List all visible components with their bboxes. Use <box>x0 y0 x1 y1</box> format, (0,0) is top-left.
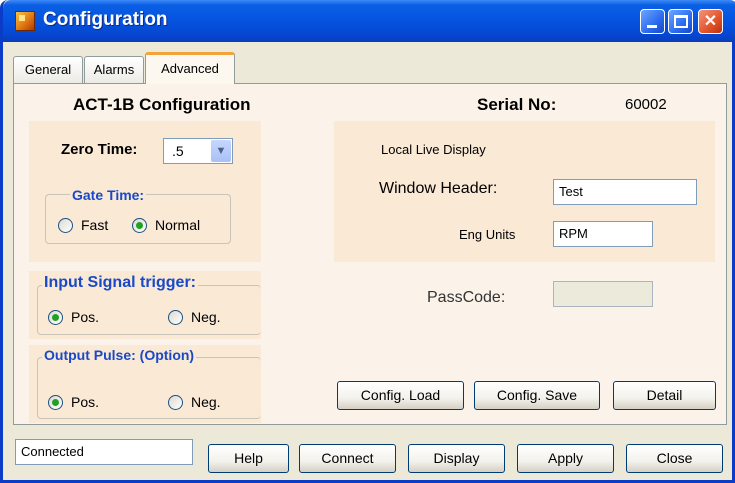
input-neg-label: Neg. <box>191 309 221 325</box>
detail-button[interactable]: Detail <box>613 381 716 410</box>
config-save-button[interactable]: Config. Save <box>474 381 600 410</box>
output-pulse-title: Output Pulse: (Option) <box>42 347 197 363</box>
tab-advanced[interactable]: Advanced <box>145 52 235 84</box>
close-button[interactable]: Close <box>626 444 723 473</box>
gate-fast-radio[interactable] <box>58 218 73 233</box>
config-load-button[interactable]: Config. Load <box>337 381 464 410</box>
tab-general[interactable]: General <box>13 56 83 83</box>
tab-alarms[interactable]: Alarms <box>84 56 144 83</box>
help-button[interactable]: Help <box>208 444 289 473</box>
output-neg-label: Neg. <box>191 394 221 410</box>
apply-button[interactable]: Apply <box>517 444 614 473</box>
connect-button[interactable]: Connect <box>299 444 396 473</box>
zero-time-label: Zero Time: <box>61 141 138 158</box>
window-title: Configuration <box>43 9 168 30</box>
minimize-icon <box>647 25 657 28</box>
window-header-input[interactable]: Test <box>553 179 697 205</box>
configuration-window: Configuration ✕ General Alarms Advanced … <box>0 0 735 483</box>
input-trigger-box: Input Signal trigger: Pos. Neg. <box>37 274 261 335</box>
input-pos-radio[interactable] <box>48 310 63 325</box>
app-icon <box>15 11 35 31</box>
minimize-button[interactable] <box>640 9 665 34</box>
input-neg-radio[interactable] <box>168 310 183 325</box>
output-pulse-box: Output Pulse: (Option) Pos. Neg. <box>37 347 261 419</box>
gate-normal-label: Normal <box>155 217 201 233</box>
config-heading: ACT-1B Configuration <box>73 95 251 114</box>
serial-value: 60002 <box>625 96 667 113</box>
eng-units-input[interactable]: RPM <box>553 221 653 247</box>
chevron-down-icon[interactable]: ▼ <box>211 140 231 162</box>
gate-time-title: Gate Time: <box>70 187 147 203</box>
input-pos-label: Pos. <box>71 309 100 325</box>
eng-units-label: Eng Units <box>459 227 516 242</box>
input-trigger-group: Input Signal trigger: Pos. Neg. <box>29 271 261 339</box>
passcode-label: PassCode: <box>427 289 506 306</box>
gate-normal-radio[interactable] <box>132 218 147 233</box>
close-icon: ✕ <box>703 13 718 30</box>
connection-status: Connected <box>15 439 193 465</box>
output-pos-radio[interactable] <box>48 395 63 410</box>
zero-time-value: .5 <box>172 143 184 159</box>
output-neg-radio[interactable] <box>168 395 183 410</box>
display-button[interactable]: Display <box>408 444 505 473</box>
close-window-button[interactable]: ✕ <box>698 9 723 34</box>
window-header-label: Window Header: <box>379 180 498 197</box>
title-bar[interactable]: Configuration ✕ <box>3 0 735 42</box>
zero-time-dropdown[interactable]: .5 ▼ <box>163 138 233 164</box>
maximize-button[interactable] <box>668 9 693 34</box>
gate-fast-label: Fast <box>81 217 109 233</box>
output-pos-label: Pos. <box>71 394 100 410</box>
live-display-title: Local Live Display <box>381 142 486 157</box>
output-pulse-group: Output Pulse: (Option) Pos. Neg. <box>29 345 261 423</box>
input-trigger-title: Input Signal trigger: <box>42 274 198 292</box>
passcode-input[interactable] <box>553 281 653 307</box>
gate-time-box: Gate Time: Fast Normal <box>45 187 231 244</box>
serial-label: Serial No: <box>477 95 557 114</box>
maximize-icon <box>674 15 688 28</box>
